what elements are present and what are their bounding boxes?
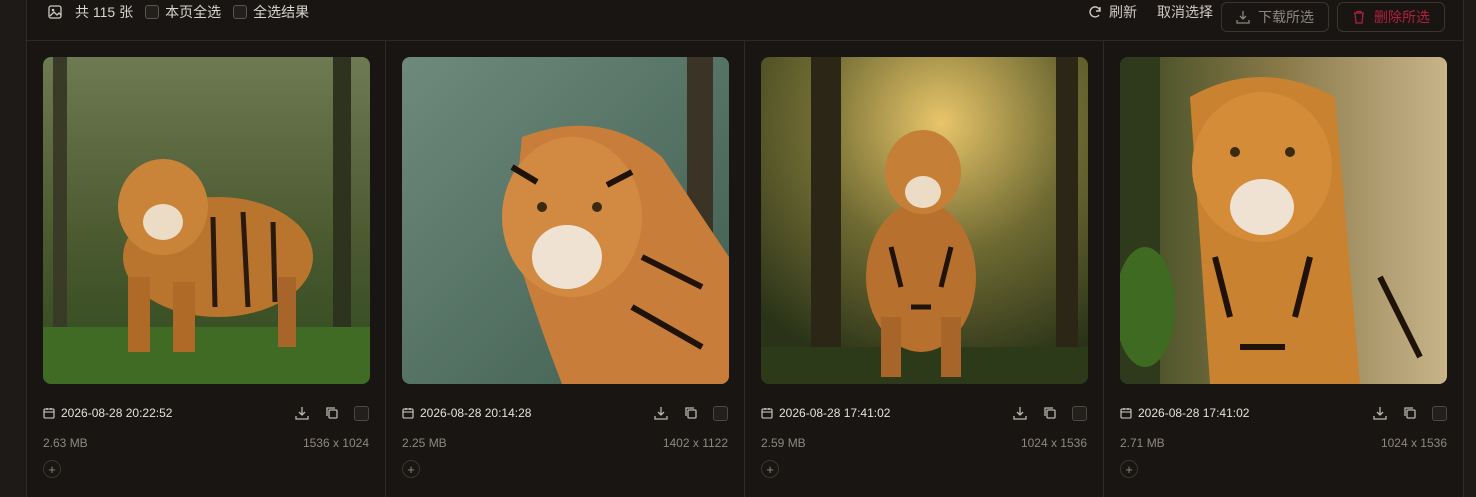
image-select-checkbox[interactable] (1072, 405, 1087, 421)
calendar-icon (43, 407, 55, 419)
add-tag-button[interactable]: + (43, 460, 61, 478)
tiger-image-thumbnail[interactable] (43, 57, 370, 384)
image-dimensions: 1024 x 1536 (1020, 436, 1087, 450)
calendar-icon (402, 407, 414, 419)
image-actions (998, 405, 1087, 421)
image-card[interactable]: 2026-08-28 20:22:52 2.63 MB 1536 x 1024 … (27, 41, 386, 497)
total-count: 共 115 张 (75, 4, 134, 20)
toolbar-left: 共 115 张 本页全选 全选结果 (47, 2, 321, 22)
image-dimensions: 1402 x 1122 (662, 436, 728, 450)
image-select-checkbox[interactable] (1432, 405, 1447, 421)
file-size: 2.71 MB (1120, 436, 1165, 450)
image-info: 2.63 MB 1536 x 1024 (43, 436, 369, 450)
image-select-checkbox[interactable] (354, 405, 369, 421)
tiger-image-thumbnail[interactable] (1120, 57, 1447, 384)
image-select-checkbox[interactable] (713, 405, 728, 421)
cancel-selection-button[interactable]: 取消选择 (1157, 2, 1213, 22)
image-card[interactable]: 2026-08-28 17:41:02 2.71 MB 1024 x 1536 … (1104, 41, 1463, 497)
file-size: 2.59 MB (761, 436, 806, 450)
refresh-icon[interactable] (1087, 4, 1103, 20)
select-all-checkbox[interactable] (233, 5, 248, 19)
image-date: 2026-08-28 17:41:02 (1138, 406, 1250, 420)
image-card[interactable]: 2026-08-28 17:41:02 2.59 MB 1024 x 1536 … (745, 41, 1104, 497)
copy-icon[interactable] (1402, 405, 1418, 421)
image-info: 2.71 MB 1024 x 1536 (1120, 436, 1447, 450)
right-scrollbar[interactable] (1463, 0, 1476, 497)
download-selected-button[interactable]: 下载所选 (1221, 2, 1329, 32)
image-actions (1358, 405, 1447, 421)
image-info: 2.25 MB 1402 x 1122 (402, 436, 728, 450)
add-tag-button[interactable]: + (402, 460, 420, 478)
left-panel-edge (0, 0, 27, 497)
copy-icon[interactable] (683, 405, 699, 421)
image-dimensions: 1024 x 1536 (1380, 436, 1447, 450)
tiger-image-thumbnail[interactable] (761, 57, 1088, 384)
select-page-label[interactable]: 本页全选 (165, 2, 221, 22)
image-icon (47, 4, 63, 20)
image-meta: 2026-08-28 17:41:02 (761, 404, 1087, 422)
calendar-icon (761, 407, 773, 419)
file-size: 2.63 MB (43, 436, 88, 450)
image-date: 2026-08-28 20:14:28 (420, 406, 532, 420)
toolbar-right: 刷新 取消选择 下载所选 删除所选 (1087, 0, 1445, 32)
download-icon[interactable] (1372, 405, 1388, 421)
add-tag-button[interactable]: + (1120, 460, 1138, 478)
image-actions (639, 405, 728, 421)
refresh-button[interactable]: 刷新 (1109, 2, 1137, 22)
image-info: 2.59 MB 1024 x 1536 (761, 436, 1087, 450)
image-meta: 2026-08-28 20:14:28 (402, 404, 728, 422)
download-icon[interactable] (1012, 405, 1028, 421)
gallery-toolbar: 共 115 张 本页全选 全选结果 刷新 取消选择 下载所选 删除所选 (27, 0, 1463, 41)
image-actions (280, 405, 369, 421)
select-page-checkbox[interactable] (145, 5, 160, 19)
delete-selected-label: 删除所选 (1374, 9, 1430, 25)
download-icon[interactable] (653, 405, 669, 421)
image-date: 2026-08-28 20:22:52 (61, 406, 173, 420)
download-icon (1236, 10, 1250, 24)
download-icon[interactable] (294, 405, 310, 421)
file-size: 2.25 MB (402, 436, 447, 450)
image-dimensions: 1536 x 1024 (302, 436, 369, 450)
trash-icon (1352, 10, 1366, 24)
delete-selected-button[interactable]: 删除所选 (1337, 2, 1445, 32)
download-selected-label: 下载所选 (1258, 9, 1314, 25)
image-meta: 2026-08-28 20:22:52 (43, 404, 369, 422)
tiger-image-thumbnail[interactable] (402, 57, 729, 384)
image-grid: 2026-08-28 20:22:52 2.63 MB 1536 x 1024 … (27, 41, 1463, 497)
add-tag-button[interactable]: + (761, 460, 779, 478)
copy-icon[interactable] (1042, 405, 1058, 421)
image-meta: 2026-08-28 17:41:02 (1120, 404, 1447, 422)
image-date: 2026-08-28 17:41:02 (779, 406, 891, 420)
calendar-icon (1120, 407, 1132, 419)
copy-icon[interactable] (324, 405, 340, 421)
select-all-label[interactable]: 全选结果 (253, 2, 309, 22)
image-card[interactable]: 2026-08-28 20:14:28 2.25 MB 1402 x 1122 … (386, 41, 745, 497)
